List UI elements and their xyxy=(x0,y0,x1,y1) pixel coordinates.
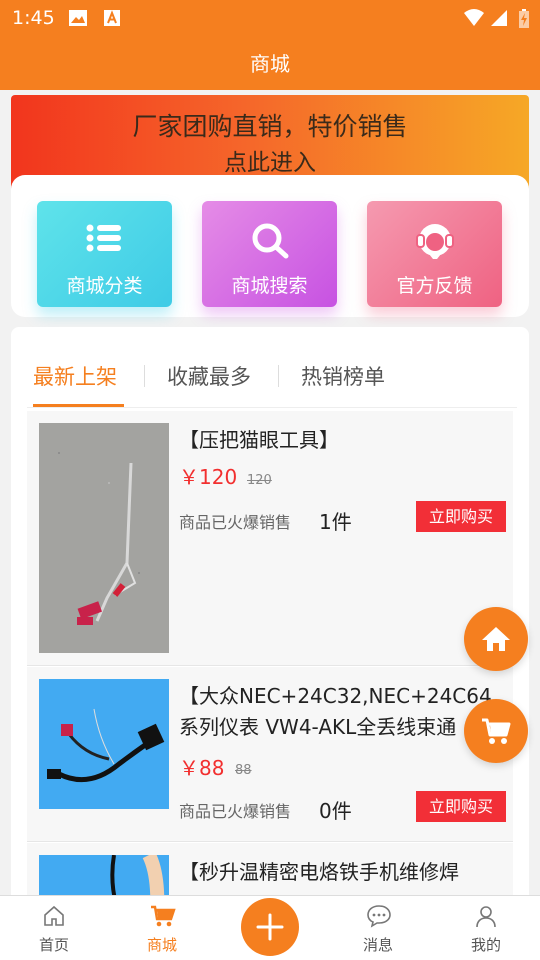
wifi-icon xyxy=(463,9,485,32)
cart-icon xyxy=(482,718,511,744)
status-bar: 1:45 xyxy=(0,0,540,36)
sold-label: 商品已火爆销售 xyxy=(179,513,292,532)
product-list-panel: 最新上架 收藏最多 热销榜单 【压把猫眼工具】 ￥120 120 商品已火爆销售… xyxy=(11,327,529,907)
nav-mall[interactable]: 商城 xyxy=(122,896,202,960)
nav-messages[interactable]: 消息 xyxy=(338,896,418,960)
quick-actions-card: 商城分类 商城搜索 官方反馈 xyxy=(11,175,529,317)
product-title: 【大众NEC+24C32,NEC+24C64系列仪表 VW4-AKL全丢线束通 xyxy=(179,684,492,739)
tab-best-sellers[interactable]: 热销榜单 xyxy=(301,361,385,391)
tab-newest[interactable]: 最新上架 xyxy=(33,361,117,391)
headset-icon xyxy=(416,224,454,259)
sold-count: 0件 xyxy=(319,799,352,823)
message-icon xyxy=(367,905,391,928)
product-item[interactable]: 【大众NEC+24C32,NEC+24C64系列仪表 VW4-AKL全丢线束通 … xyxy=(27,667,513,842)
banner-headline: 厂家团购直销，特价销售 xyxy=(132,112,408,141)
page-title: 商城 xyxy=(250,52,290,76)
product-original-price: 88 xyxy=(235,763,252,778)
search-button[interactable]: 商城搜索 xyxy=(202,201,337,307)
search-label: 商城搜索 xyxy=(231,275,308,297)
home-icon xyxy=(482,627,510,651)
app-header: 1:45 商城 xyxy=(0,0,540,90)
plus-icon xyxy=(256,913,284,941)
tab-separator xyxy=(278,365,279,387)
sold-label: 商品已火爆销售 xyxy=(179,802,292,821)
signal-icon xyxy=(490,9,508,32)
battery-icon xyxy=(518,9,530,34)
product-price: ￥120 xyxy=(179,465,238,489)
nav-profile-label: 我的 xyxy=(470,936,501,954)
tab-separator xyxy=(144,365,145,387)
product-item[interactable]: 【压把猫眼工具】 ￥120 120 商品已火爆销售 1件 立即购买 xyxy=(27,411,513,666)
product-original-price: 120 xyxy=(247,473,272,488)
product-title: 【秒升温精密电烙铁手机维修焊 xyxy=(179,860,459,884)
font-icon xyxy=(103,9,121,32)
cart-icon xyxy=(151,905,176,927)
nav-messages-label: 消息 xyxy=(362,936,393,954)
banner-cta: 点此进入 xyxy=(224,150,316,176)
feedback-button[interactable]: 官方反馈 xyxy=(367,201,502,307)
feedback-label: 官方反馈 xyxy=(396,275,473,297)
product-title: 【压把猫眼工具】 xyxy=(179,428,339,452)
nav-home[interactable]: 首页 xyxy=(14,896,94,960)
category-label: 商城分类 xyxy=(66,275,143,297)
status-time: 1:45 xyxy=(12,7,55,29)
product-image[interactable] xyxy=(39,679,169,809)
buy-now-button[interactable]: 立即购买 xyxy=(416,501,506,532)
product-image[interactable] xyxy=(39,423,169,653)
home-fab[interactable] xyxy=(464,607,528,671)
sold-count: 1件 xyxy=(319,510,352,534)
bottom-navigation: 首页 商城 消息 我的 xyxy=(0,895,540,960)
nav-profile[interactable]: 我的 xyxy=(446,896,526,960)
nav-home-label: 首页 xyxy=(38,936,69,954)
publish-button[interactable] xyxy=(241,898,299,956)
nav-mall-label: 商城 xyxy=(146,936,177,954)
search-icon xyxy=(252,223,289,259)
product-price: ￥88 xyxy=(179,756,225,780)
list-icon xyxy=(86,224,121,252)
category-button[interactable]: 商城分类 xyxy=(37,201,172,307)
home-icon xyxy=(44,905,64,926)
tab-most-favorited[interactable]: 收藏最多 xyxy=(167,361,251,391)
gallery-icon xyxy=(68,9,88,32)
user-icon xyxy=(476,906,496,928)
tabs-divider xyxy=(27,407,517,408)
cart-fab[interactable] xyxy=(464,699,528,763)
buy-now-button[interactable]: 立即购买 xyxy=(416,791,506,822)
